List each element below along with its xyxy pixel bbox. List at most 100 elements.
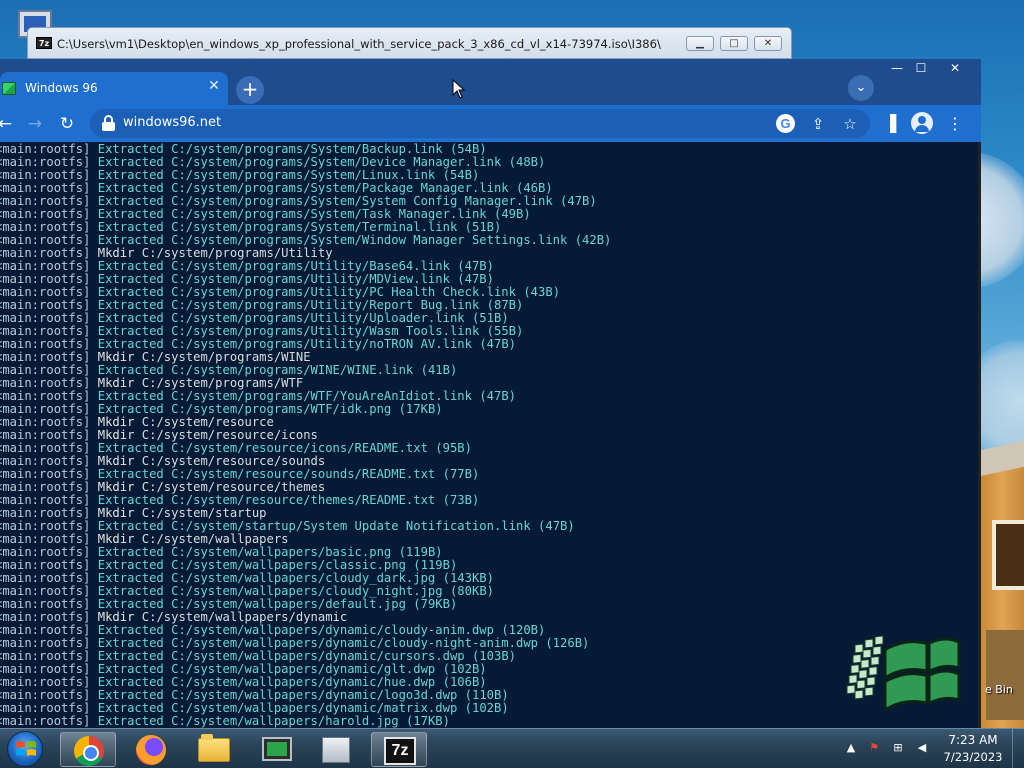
tab-strip: — ☐ ✕ Windows 96 ✕ + ⌄ [0, 59, 981, 105]
menu-icon[interactable]: ⋮ [944, 113, 966, 135]
maximize-icon[interactable]: □ [720, 36, 748, 51]
terminal-line-path: C:/system/programs/Utility/MDView.link [171, 272, 450, 286]
terminal-line-verb: Extracted [97, 545, 164, 559]
terminal-line-tag: <main:rootfs] [0, 298, 91, 312]
terminal-line-tag: <main:rootfs] [0, 311, 91, 325]
taskbar-firefox-button[interactable] [123, 732, 179, 767]
terminal-line-size: (43B) [523, 285, 561, 299]
terminal-line-tag: <main:rootfs] [0, 558, 91, 572]
terminal-line-tag: <main:rootfs] [0, 532, 91, 546]
taskbar-task-manager-button[interactable] [249, 732, 305, 767]
bookmark-star-icon[interactable]: ☆ [839, 113, 861, 135]
terminal-line-tag: <main:rootfs] [0, 389, 91, 403]
7zip-window[interactable]: 7z C:\Users\vm1\Desktop\en_windows_xp_pr… [27, 27, 792, 59]
terminal-line-verb: Extracted [97, 324, 164, 338]
recycle-bin-label[interactable]: e Bin [985, 683, 1013, 696]
terminal-line-path: C:/system/wallpapers/basic.png [171, 545, 392, 559]
terminal-line-verb: Mkdir [97, 532, 135, 546]
terminal-line-tag: <main:rootfs] [0, 155, 91, 169]
terminal-line-path: C:/system/resource/sounds/README.txt [171, 467, 436, 481]
share-icon[interactable]: ⇪ [807, 113, 829, 135]
terminal-line-verb: Extracted [97, 441, 164, 455]
terminal-line-tag: <main:rootfs] [0, 610, 91, 624]
terminal-line-path: C:/system/programs/Utility/Wasm Tools.li… [171, 324, 480, 338]
terminal-line-path: C:/system/programs/Utility/Uploader.link [171, 311, 465, 325]
terminal-line-tag: <main:rootfs] [0, 441, 91, 455]
address-bar[interactable]: windows96.net G ⇪ ☆ [90, 109, 870, 138]
terminal-line-verb: Extracted [97, 623, 164, 637]
chrome-window[interactable]: — ☐ ✕ Windows 96 ✕ + ⌄ ← → ↻ windows96.n… [0, 59, 981, 729]
terminal-line-size: (79KB) [413, 597, 458, 611]
terminal-line-verb: Extracted [97, 194, 164, 208]
terminal-line-path: C:/system/wallpapers/dynamic/cloudy-anim… [171, 623, 494, 637]
terminal-line-tag: <main:rootfs] [0, 142, 91, 156]
terminal-line-path: C:/system/wallpapers/cloudy_dark.jpg [171, 571, 436, 585]
terminal-line-path: C:/system/resource/themes [141, 480, 326, 494]
terminal-line-path: C:/system/wallpapers/dynamic [141, 610, 348, 624]
terminal-line-path: C:/system/programs/WINE/WINE.link [171, 363, 414, 377]
terminal-line-verb: Mkdir [97, 428, 135, 442]
back-button[interactable]: ← [0, 113, 16, 135]
show-hidden-icons-button[interactable]: ▲ [843, 740, 859, 756]
terminal-line-size: (47B) [538, 519, 575, 533]
terminal-line-size: (143KB) [442, 571, 494, 585]
terminal-output[interactable]: <main:rootfs] Extracted C:/system/progra… [0, 142, 978, 729]
network-icon[interactable]: ⊞ [890, 740, 906, 756]
clock-time[interactable]: 7:23 AM [940, 733, 1006, 747]
terminal-line-verb: Extracted [97, 272, 164, 286]
clock-date[interactable]: 7/23/2023 [940, 750, 1006, 764]
forward-button[interactable]: → [24, 113, 46, 135]
terminal-line-tag: <main:rootfs] [0, 597, 91, 611]
terminal-line-verb: Mkdir [97, 415, 135, 429]
new-tab-button[interactable]: + [236, 76, 264, 104]
window-close-button[interactable]: ✕ [940, 59, 970, 77]
terminal-line-size: (102B) [442, 662, 487, 676]
terminal-line-size: (17KB) [405, 714, 450, 728]
terminal-line-verb: Extracted [97, 675, 164, 689]
address-bar-url[interactable]: windows96.net [123, 115, 221, 130]
terminal-line-path: C:/system/programs/WTF [141, 376, 304, 390]
volume-muted-icon[interactable]: ◀ [914, 740, 930, 756]
action-center-flag-icon[interactable]: ⚑ [866, 740, 882, 756]
terminal-line-verb: Extracted [97, 493, 164, 507]
tab-close-icon[interactable]: ✕ [206, 78, 222, 94]
terminal-line-path: C:/system/resource [141, 415, 274, 429]
terminal-line-verb: Extracted [97, 389, 164, 403]
profile-icon[interactable] [911, 112, 933, 134]
taskbar-computer-button[interactable] [308, 732, 364, 767]
side-panel-icon[interactable]: ▐ [879, 113, 901, 135]
google-icon[interactable]: G [776, 114, 795, 133]
lock-icon[interactable] [101, 115, 117, 132]
firefox-icon [136, 735, 166, 765]
terminal-line-verb: Mkdir [97, 454, 135, 468]
terminal-line-path: C:/system/wallpapers/dynamic/matrix.dwp [171, 701, 458, 715]
minimize-icon[interactable]: ▁ [686, 36, 714, 51]
terminal-line-size: (51B) [464, 220, 502, 234]
start-button[interactable] [4, 730, 46, 768]
folder-icon [198, 734, 230, 762]
terminal-line-path: C:/system/programs/WINE [141, 350, 311, 364]
terminal-line-path: C:/system/programs/System/Task Manager.l… [171, 207, 487, 221]
terminal-line-path: C:/system/wallpapers/dynamic/glt.dwp [171, 662, 436, 676]
tab-windows96[interactable]: Windows 96 ✕ [0, 72, 228, 105]
terminal-line-verb: Extracted [97, 207, 164, 221]
show-desktop-button[interactable] [1012, 729, 1024, 768]
terminal-line-verb: Extracted [97, 701, 164, 715]
terminal-line-verb: Extracted [97, 142, 164, 156]
tab-search-button[interactable]: ⌄ [848, 75, 874, 101]
close-icon[interactable]: ✕ [754, 36, 782, 51]
taskbar-explorer-button[interactable] [186, 732, 242, 767]
terminal-line-size: (54B) [442, 168, 480, 182]
7zip-window-title: C:\Users\vm1\Desktop\en_windows_xp_profe… [57, 37, 661, 51]
terminal-line-size: (55B) [486, 324, 524, 338]
chrome-icon [74, 736, 104, 766]
terminal-line-verb: Extracted [97, 363, 164, 377]
reload-button[interactable]: ↻ [56, 113, 78, 135]
taskbar-7zip-button[interactable]: 7z [371, 732, 427, 767]
taskbar-chrome-button[interactable] [60, 732, 116, 767]
terminal-line-path: C:/system/wallpapers/default.jpg [171, 597, 406, 611]
window-maximize-button[interactable]: ☐ [906, 59, 936, 77]
terminal-line-verb: Extracted [97, 636, 164, 650]
terminal-line-verb: Mkdir [97, 350, 135, 364]
terminal-line-path: C:/system/startup/System Update Notifica… [171, 519, 531, 533]
